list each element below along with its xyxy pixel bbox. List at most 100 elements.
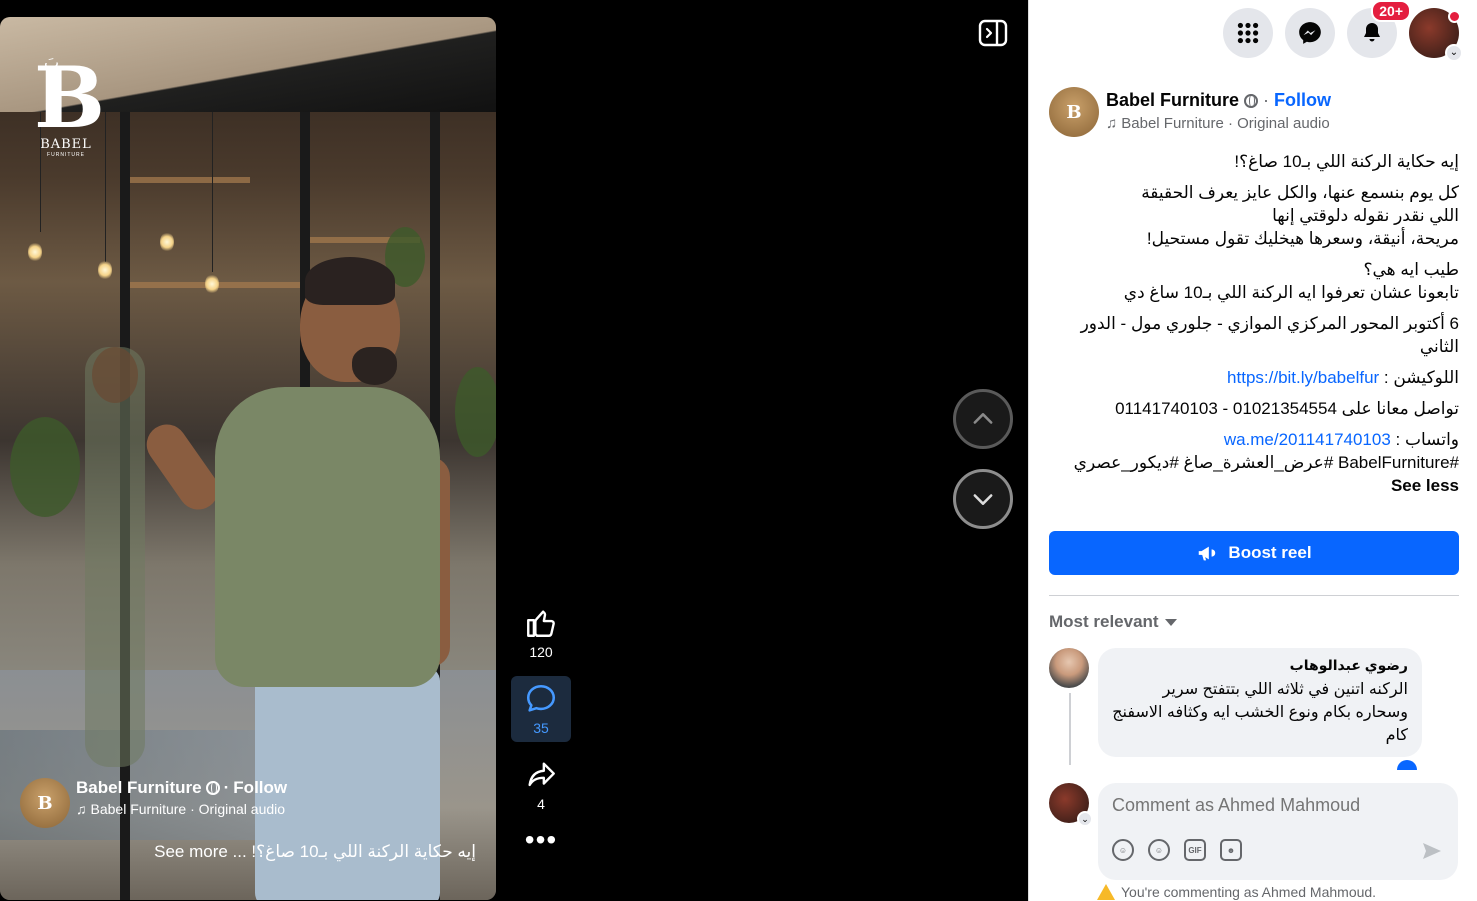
video-author-name[interactable]: Babel Furniture [76,778,202,798]
pendant-lamp [98,260,112,280]
description-line: تابعونا عشان تعرفوا ايه الركنة اللي بـ10… [1123,283,1459,302]
video-caption[interactable]: إيه حكاية الركنة اللي بـ10 صاغ؟! ... See… [20,842,476,862]
location-link[interactable]: https://bit.ly/babelfur [1227,368,1379,387]
video-caption-text[interactable]: إيه حكاية الركنة اللي بـ10 صاغ؟! ... See… [154,842,476,861]
comment-count: 35 [533,720,549,736]
sticker-icon[interactable]: ☻ [1220,839,1242,861]
person-beard [352,347,397,385]
grid-menu-icon [1237,22,1259,44]
comment-input[interactable] [1112,795,1432,816]
separator: · [1263,90,1270,110]
messenger-icon [1299,22,1321,44]
warning-icon [1097,884,1115,900]
send-icon[interactable] [1420,839,1444,863]
comment-icon [526,684,556,712]
comment-item: رضوي عبدالوهاب الركنه اتنين في ثلاثه الل… [1049,648,1422,757]
whatsapp-label: واتساب : [1390,430,1459,449]
description-line: إيه حكاية الركنة اللي بـ10 صاغ؟! [1234,152,1459,171]
next-reel-button[interactable] [953,469,1013,529]
person-hair [305,257,395,305]
comment-sort-dropdown[interactable]: Most relevant [1049,612,1177,632]
post-sidebar: 20+ ⌄ B Babel Furniture · Follow ♫ Babel… [1028,0,1477,901]
comment-box: ☺ ☺ GIF ☻ [1098,783,1458,880]
messenger-button[interactable] [1285,8,1335,58]
babel-logo: بَ B BABEL FURNITURE [34,53,105,159]
description-line: 6 أكتوبر المحور المركزي الموازي - جلوري … [1080,314,1459,356]
reaction-icon [1397,760,1417,770]
avatar-letter: B [37,792,53,814]
video-shelf [130,177,250,183]
reel-video[interactable]: بَ B BABEL FURNITURE B Babel Furniture ·… [0,17,496,900]
boost-reel-button[interactable]: Boost reel [1049,531,1459,575]
hashtags[interactable]: #BabelFurniture #عرض_العشرة_صاغ #ديكور_ع… [1049,451,1459,474]
thumbs-up-icon [527,610,555,637]
avatar-sticker-icon[interactable]: ☺ [1112,839,1134,861]
globe-icon [1244,93,1259,108]
avatar-letter: B [1066,101,1082,123]
share-count: 4 [537,796,545,812]
page-avatar[interactable]: B [1049,87,1099,137]
pendant-lamp [205,274,219,294]
boost-reel-label: Boost reel [1228,543,1312,562]
pendant-lamp [28,242,42,262]
previous-reel-button[interactable] [953,389,1013,449]
plant [10,417,80,517]
megaphone-icon [1199,546,1216,561]
music-note-icon: ♫ [1106,115,1118,132]
logo-arabic-mark: بَ [44,55,60,72]
thread-line [1069,693,1071,765]
reel-viewer: بَ B BABEL FURNITURE B Babel Furniture ·… [0,0,1028,901]
lamp-wire [212,112,213,272]
caret-down-icon [1164,618,1177,626]
globe-icon [205,781,220,795]
comment-text: الركنه اتنين في ثلاثه اللي بتتفتح سرير و… [1112,681,1408,744]
logo-word: BABEL [40,137,92,152]
like-button[interactable]: 120 [511,600,571,666]
description-line: اللي نقدر نقوله دلوقتي إنها [1272,206,1459,225]
music-note-icon: ♫ [76,801,87,817]
comment-composer: ⌄ ☺ ☺ GIF ☻ [1049,783,1458,880]
more-options-icon[interactable]: ••• [525,826,557,854]
reel-actions: 120 35 4 ••• [511,600,571,854]
audio-link[interactable]: Babel Furniture · Original audio [1121,115,1329,132]
person-shirt [215,387,440,687]
notifications-button[interactable]: 20+ [1347,0,1411,58]
current-user-avatar[interactable]: ⌄ [1049,783,1093,827]
share-button[interactable]: 4 [511,752,571,818]
page-name-link[interactable]: Babel Furniture [1106,90,1239,111]
whatsapp-link[interactable]: wa.me/201141740103 [1224,430,1391,449]
menu-button[interactable] [1223,8,1273,58]
comment-bubble: رضوي عبدالوهاب الركنه اتنين في ثلاثه الل… [1098,648,1422,757]
author-avatar[interactable]: B [20,778,70,828]
emoji-icon[interactable]: ☺ [1148,839,1170,861]
commenter-name[interactable]: رضوي عبدالوهاب [1112,657,1408,674]
separator: · [223,778,230,797]
lamp-wire [105,112,106,262]
person-reflection-head [92,347,138,403]
share-icon [528,762,555,787]
location-label: اللوكيشن : [1379,368,1459,387]
video-audio-link[interactable]: Babel Furniture · Original audio [91,801,286,817]
description-line: كل يوم بنسمع عنها، والكل عايز يعرف الحقي… [1141,183,1459,202]
person-reflection [85,347,145,767]
video-follow-button[interactable]: Follow [233,778,287,798]
gif-icon[interactable]: GIF [1184,839,1206,861]
status-dot [1448,10,1461,23]
chevron-down-icon: ⌄ [1445,44,1463,62]
contact-line: تواصل معانا على 01021354554 - 0114174010… [1115,399,1459,418]
notifications-badge: 20+ [1371,0,1411,22]
chevron-down-icon [973,494,993,505]
toggle-panel-icon[interactable] [977,17,1009,49]
post-description: إيه حكاية الركنة اللي بـ10 صاغ؟! كل يوم … [1049,150,1459,505]
see-less-button[interactable]: See less [1049,474,1459,497]
follow-button[interactable]: Follow [1274,90,1331,111]
chevron-up-icon [973,413,993,424]
commenting-as-notice: You're commenting as Ahmed Mahmoud. [1097,884,1376,900]
comment-button[interactable]: 35 [511,676,571,742]
chevron-down-icon: ⌄ [1077,811,1093,827]
description-line: مريحة، أنيقة، وسعرها هيخليك تقول مستحيل! [1146,229,1459,248]
commenter-avatar[interactable] [1049,648,1089,688]
profile-menu-button[interactable]: ⌄ [1409,8,1463,62]
pendant-lamp [160,232,174,252]
description-line: طيب ايه هي؟ [1363,260,1459,279]
